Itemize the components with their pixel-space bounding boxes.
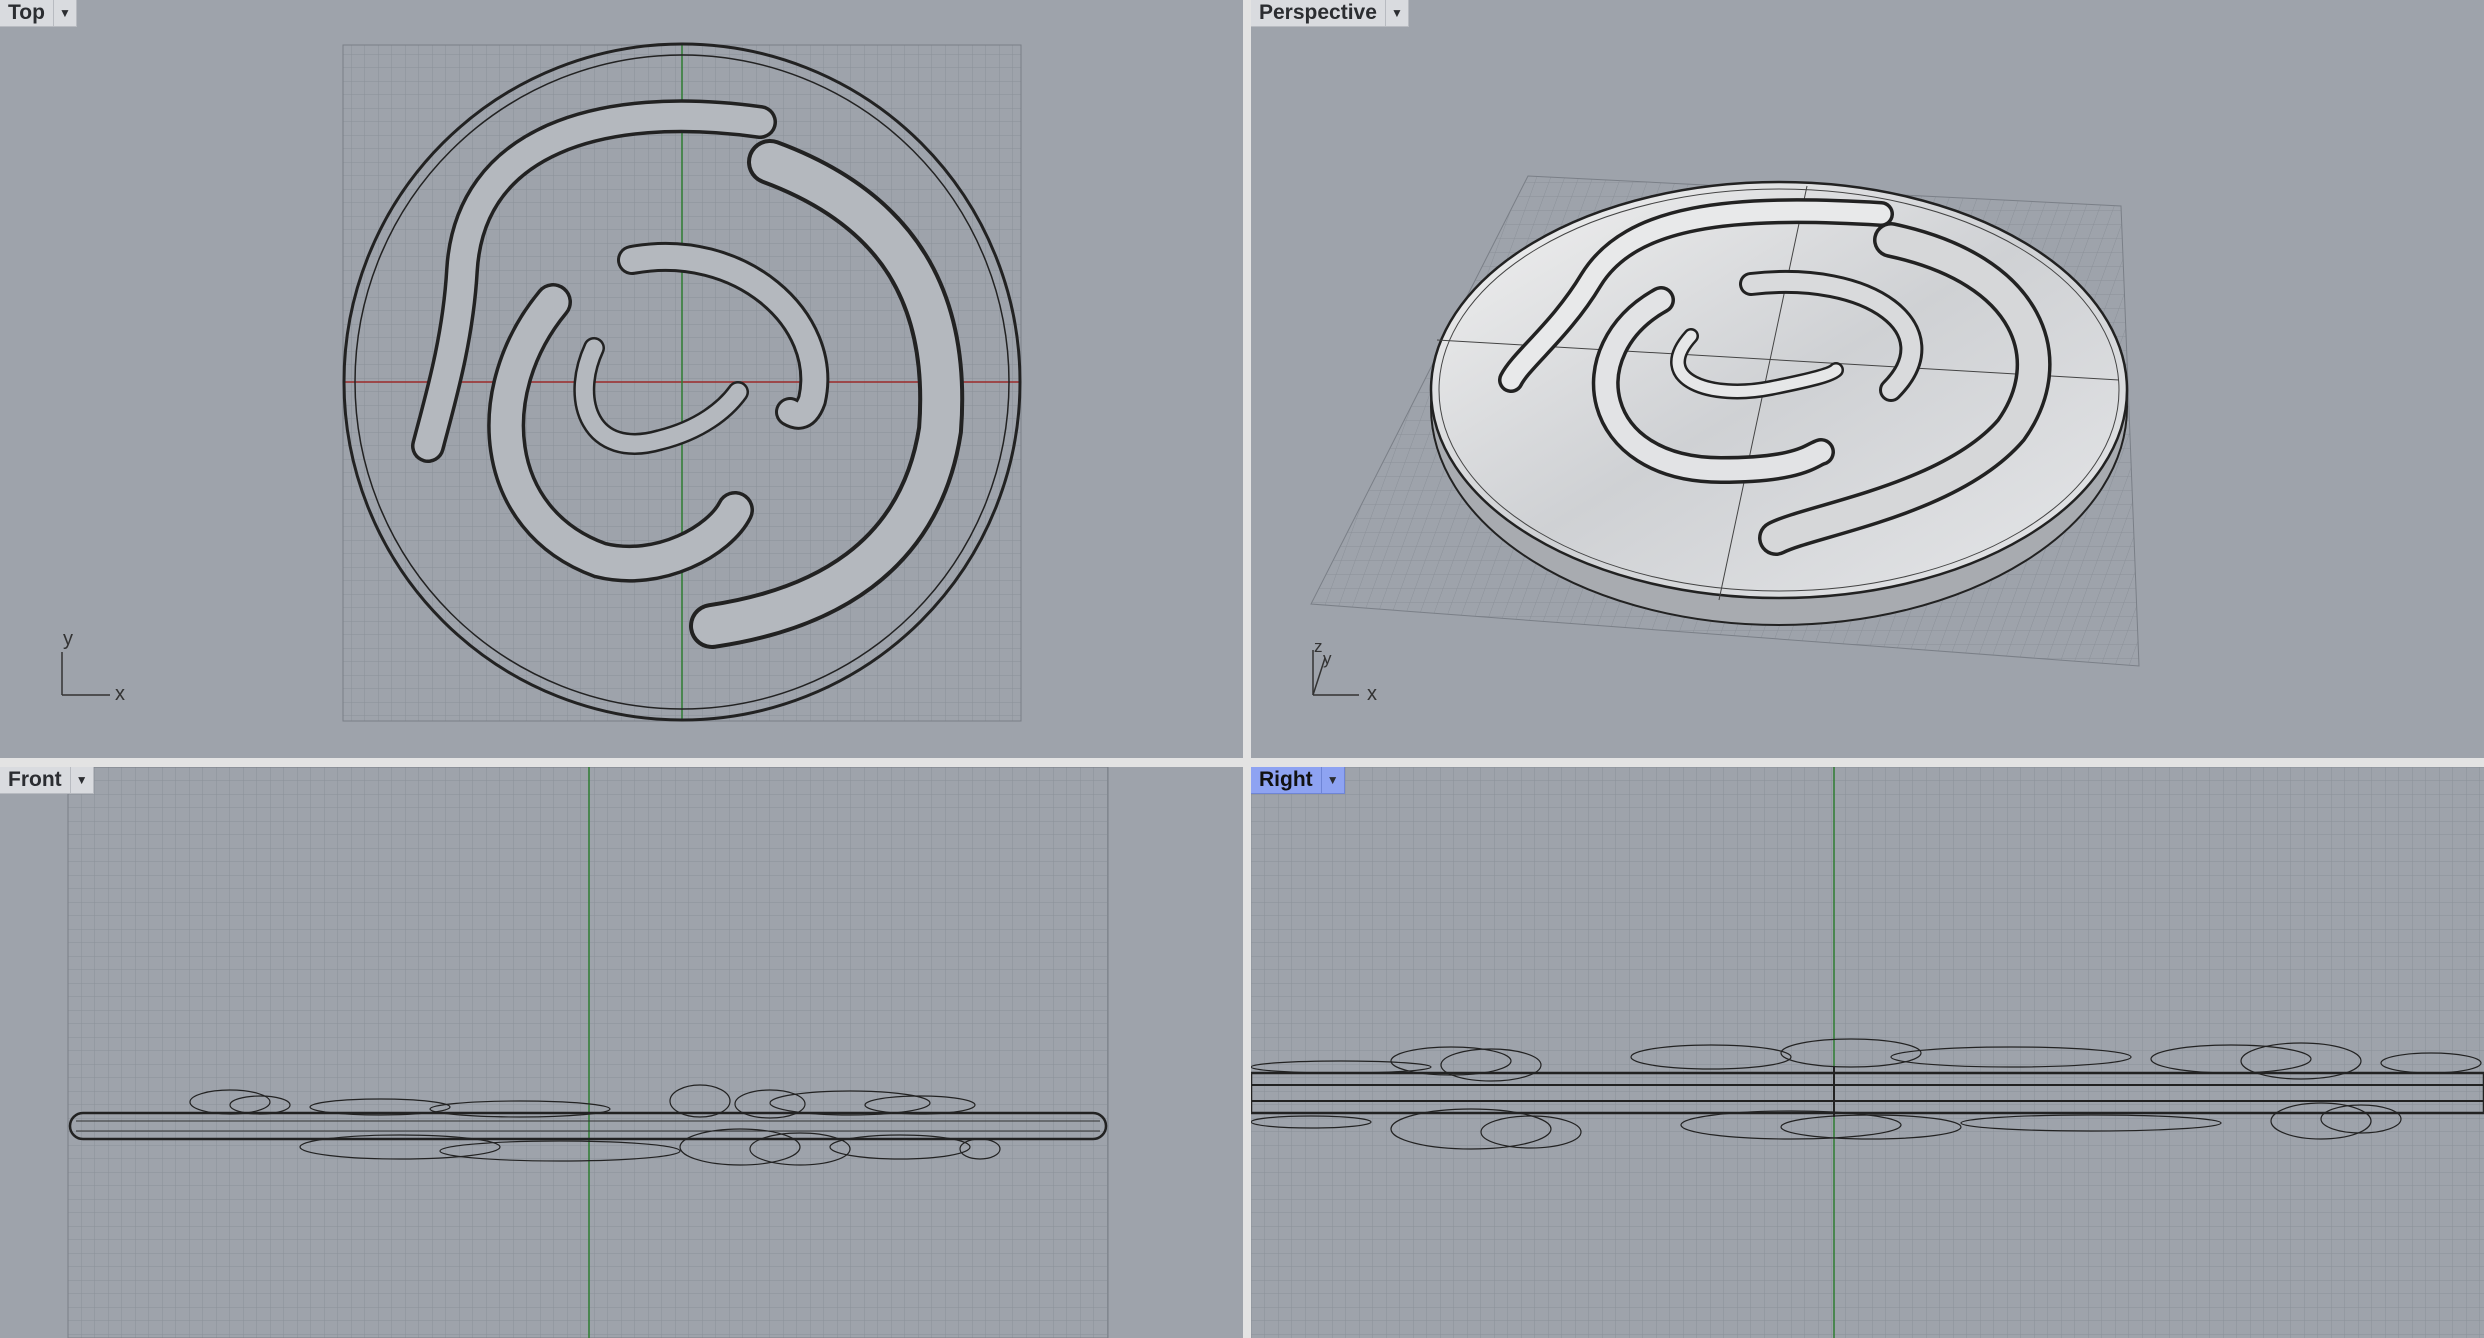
viewport-canvas-top[interactable]: y x	[0, 0, 1243, 758]
viewport-title: Right	[1259, 768, 1313, 791]
viewport-canvas-right[interactable]	[1251, 767, 2484, 1338]
viewport-tab-perspective[interactable]: Perspective ▼	[1251, 0, 1409, 27]
chevron-down-icon[interactable]: ▼	[1384, 0, 1408, 26]
axis-label-y: y	[63, 628, 73, 650]
viewport-top[interactable]: Top ▼ y x	[0, 0, 1243, 758]
axis-indicator-icon	[61, 652, 110, 696]
chevron-down-icon[interactable]: ▼	[52, 0, 76, 26]
construction-grid	[1251, 767, 2484, 1338]
axis-label-y: y	[1323, 649, 1332, 668]
viewport-perspective[interactable]: Perspective ▼ z y x	[1251, 0, 2484, 758]
axis-indicator-icon	[1312, 650, 1359, 696]
axis-label-z: z	[1314, 637, 1323, 656]
viewport-front[interactable]: Front ▼	[0, 767, 1243, 1338]
axis-label-x: x	[1367, 683, 1377, 705]
viewport-title: Perspective	[1259, 1, 1377, 24]
viewport-tab-top[interactable]: Top ▼	[0, 0, 77, 27]
viewport-right[interactable]: Right ▼	[1251, 767, 2484, 1338]
chevron-down-icon[interactable]: ▼	[1320, 767, 1344, 793]
viewport-canvas-perspective[interactable]: z y x	[1251, 0, 2484, 758]
axis-label-x: x	[115, 683, 125, 705]
viewport-title: Top	[8, 1, 45, 24]
viewport-tab-front[interactable]: Front ▼	[0, 767, 94, 794]
viewport-canvas-front[interactable]	[0, 767, 1243, 1338]
chevron-down-icon[interactable]: ▼	[69, 767, 93, 793]
viewport-title: Front	[8, 768, 62, 791]
viewport-tab-right[interactable]: Right ▼	[1251, 767, 1345, 794]
construction-grid	[67, 767, 1109, 1338]
